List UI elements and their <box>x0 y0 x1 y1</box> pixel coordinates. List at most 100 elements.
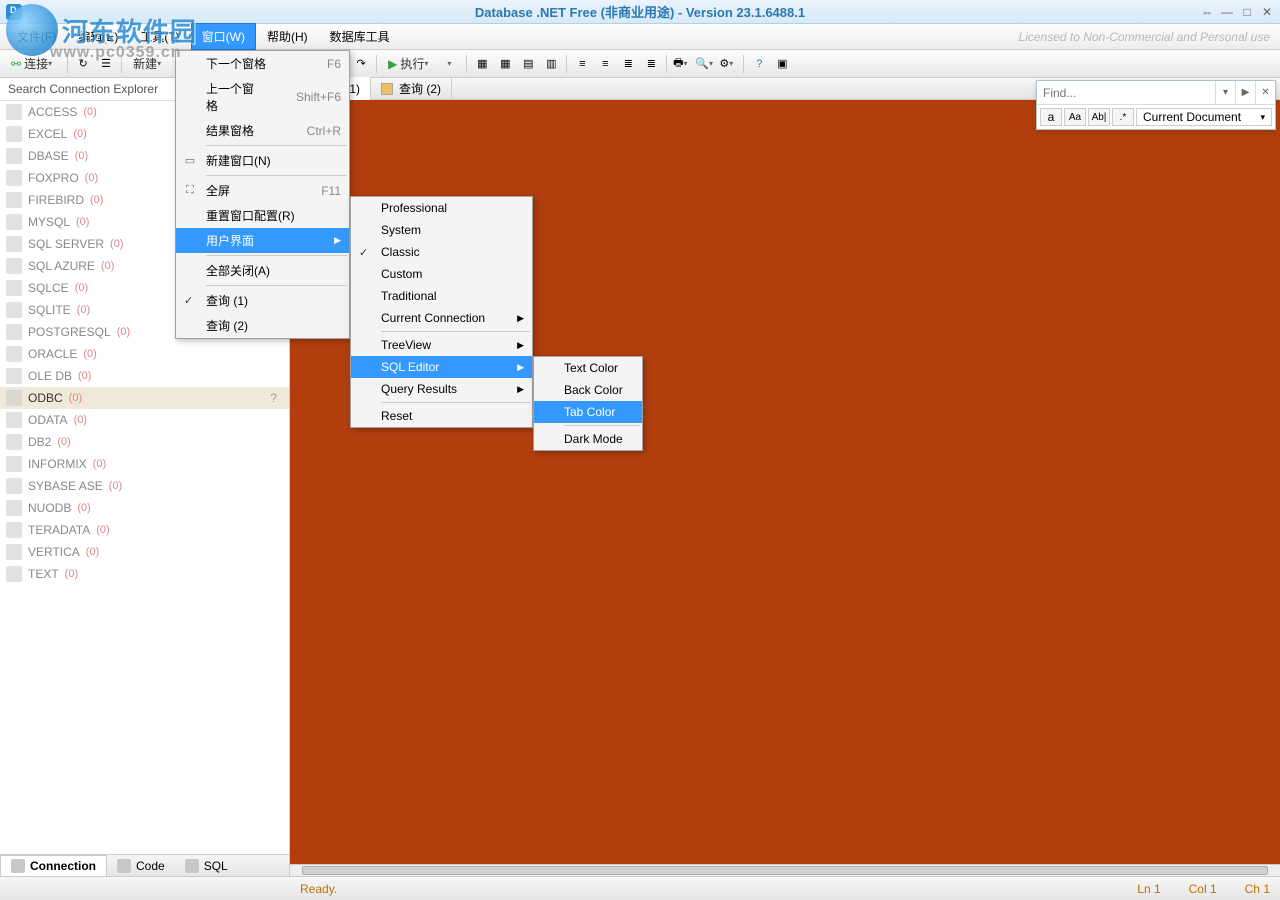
search-icon[interactable]: 🔍▾ <box>694 53 716 75</box>
find-scope-select[interactable]: Current Document ▾ <box>1136 108 1272 126</box>
find-regex-icon[interactable]: a <box>1040 108 1062 126</box>
db-icon <box>6 390 22 406</box>
menu-item--n-[interactable]: ▭新建窗口(N) <box>176 148 349 173</box>
menu-help[interactable]: 帮助(H) <box>256 23 319 50</box>
indent-left-icon[interactable]: ≡ <box>571 53 593 75</box>
ui-submenu: ProfessionalSystem✓ClassicCustomTraditio… <box>350 196 533 428</box>
menu-item--1-[interactable]: ✓查询 (1) <box>176 288 349 313</box>
db-icon <box>6 500 22 516</box>
find-panel: ▾ ▶ ✕ a Aa Ab| .* Current Document ▾ <box>1036 80 1276 130</box>
conn-item-nuodb[interactable]: NUODB (0) <box>0 497 289 519</box>
menu-item-classic[interactable]: ✓Classic <box>351 241 532 263</box>
find-input[interactable] <box>1037 86 1215 100</box>
find-next-icon[interactable]: ▶ <box>1235 81 1255 104</box>
db-icon <box>6 544 22 560</box>
indent-right-icon[interactable]: ≡ <box>594 53 616 75</box>
find-word-icon[interactable]: Ab| <box>1088 108 1110 126</box>
conn-item-text[interactable]: TEXT (0) <box>0 563 289 585</box>
db-icon <box>6 522 22 538</box>
grid2-icon[interactable]: ▦ <box>494 53 516 75</box>
menu-item-back-color[interactable]: Back Color <box>534 379 642 401</box>
menu-item--[interactable]: ⛶全屏F11 <box>176 178 349 203</box>
conn-item-ole-db[interactable]: OLE DB (0) <box>0 365 289 387</box>
find-close-icon[interactable]: ✕ <box>1255 81 1275 104</box>
menu-item--[interactable]: 用户界面▶ <box>176 228 349 253</box>
menu-file[interactable]: 文件(F) <box>6 23 67 50</box>
db-icon <box>6 412 22 428</box>
find-case-icon[interactable]: Aa <box>1064 108 1086 126</box>
menu-item-system[interactable]: System <box>351 219 532 241</box>
connect-button[interactable]: ⚯连接▾ <box>4 53 63 75</box>
indent-icon[interactable]: ≣ <box>640 53 662 75</box>
bottom-tabs: Connection Code SQL <box>0 854 290 876</box>
print-icon[interactable]: 🖶▾ <box>671 53 693 75</box>
menu-tools[interactable]: 工具(T) <box>129 23 190 50</box>
find-expr-icon[interactable]: .* <box>1112 108 1134 126</box>
db-icon <box>6 346 22 362</box>
conn-item-odata[interactable]: ODATA (0) <box>0 409 289 431</box>
menu-item--[interactable]: 上一个窗格Shift+F6 <box>176 76 349 118</box>
menu-item-sql-editor[interactable]: SQL Editor▶ <box>351 356 532 378</box>
chart-icon[interactable]: ▥ <box>540 53 562 75</box>
conn-item-oracle[interactable]: ORACLE (0) <box>0 343 289 365</box>
menu-item-current-connection[interactable]: Current Connection▶ <box>351 307 532 329</box>
gear-icon[interactable]: ⚙▾ <box>717 53 739 75</box>
maximize-button[interactable]: □ <box>1238 4 1256 20</box>
redo-icon[interactable]: ↷ <box>350 53 372 75</box>
help-badge: ? <box>270 391 277 405</box>
db-icon <box>6 126 22 142</box>
menu-item--2-[interactable]: 查询 (2) <box>176 313 349 338</box>
conn-item-odbc[interactable]: ODBC (0)? <box>0 387 289 409</box>
status-ln: Ln 1 <box>1137 882 1160 896</box>
info-icon[interactable]: ▣ <box>771 53 793 75</box>
conn-item-informix[interactable]: INFORMIX (0) <box>0 453 289 475</box>
execute-button[interactable]: ▶执行▾ <box>381 53 439 75</box>
menu-edit[interactable]: 编辑(E) <box>67 23 129 50</box>
conn-item-sybase-ase[interactable]: SYBASE ASE (0) <box>0 475 289 497</box>
menu-item-query-results[interactable]: Query Results▶ <box>351 378 532 400</box>
db-icon <box>6 434 22 450</box>
menu-item-treeview[interactable]: TreeView▶ <box>351 334 532 356</box>
menu-item--[interactable]: 结果窗格Ctrl+R <box>176 118 349 143</box>
bottom-tab-connection[interactable]: Connection <box>0 855 107 877</box>
close-button[interactable]: ✕ <box>1258 4 1276 20</box>
db-icon <box>6 148 22 164</box>
db-icon <box>6 258 22 274</box>
db-icon <box>6 214 22 230</box>
new-button[interactable]: 新建▾ <box>126 53 172 75</box>
menu-item-custom[interactable]: Custom <box>351 263 532 285</box>
menu-item-reset[interactable]: Reset <box>351 405 532 427</box>
tab-query-2[interactable]: 查询 (2) <box>371 77 452 100</box>
conn-item-teradata[interactable]: TERADATA (0) <box>0 519 289 541</box>
menu-database-tools[interactable]: 数据库工具 <box>319 23 401 50</box>
db-icon <box>6 236 22 252</box>
menu-item--[interactable]: 下一个窗格F6 <box>176 51 349 76</box>
menu-item-professional[interactable]: Professional <box>351 197 532 219</box>
menu-item-tab-color[interactable]: Tab Color <box>534 401 642 423</box>
table-icon[interactable]: ▤ <box>517 53 539 75</box>
find-dropdown-icon[interactable]: ▾ <box>1215 81 1235 104</box>
refresh-icon[interactable]: ↻ <box>72 53 94 75</box>
outdent-icon[interactable]: ≣ <box>617 53 639 75</box>
bottom-tab-sql[interactable]: SQL <box>175 856 238 876</box>
expand-icon[interactable]: ⇔ <box>1198 4 1216 20</box>
help-icon[interactable]: ? <box>748 53 770 75</box>
db-icon <box>6 324 22 340</box>
db-icon <box>6 566 22 582</box>
minimize-button[interactable]: — <box>1218 4 1236 20</box>
sql-editor-submenu: Text ColorBack ColorTab Color Dark Mode <box>533 356 643 451</box>
conn-item-db2[interactable]: DB2 (0) <box>0 431 289 453</box>
stop-icon[interactable]: ▾ <box>440 53 462 75</box>
menu-item--r-[interactable]: 重置窗口配置(R) <box>176 203 349 228</box>
menu-item-text-color[interactable]: Text Color <box>534 357 642 379</box>
horizontal-scrollbar[interactable] <box>290 864 1280 876</box>
menu-item-traditional[interactable]: Traditional <box>351 285 532 307</box>
tree-icon[interactable]: ☰ <box>95 53 117 75</box>
grid1-icon[interactable]: ▦ <box>471 53 493 75</box>
menu-item-dark-mode[interactable]: Dark Mode <box>534 428 642 450</box>
menu-item--a-[interactable]: 全部关闭(A) <box>176 258 349 283</box>
app-icon <box>6 4 22 20</box>
conn-item-vertica[interactable]: VERTICA (0) <box>0 541 289 563</box>
menu-window[interactable]: 窗口(W) <box>191 23 256 50</box>
bottom-tab-code[interactable]: Code <box>107 856 175 876</box>
